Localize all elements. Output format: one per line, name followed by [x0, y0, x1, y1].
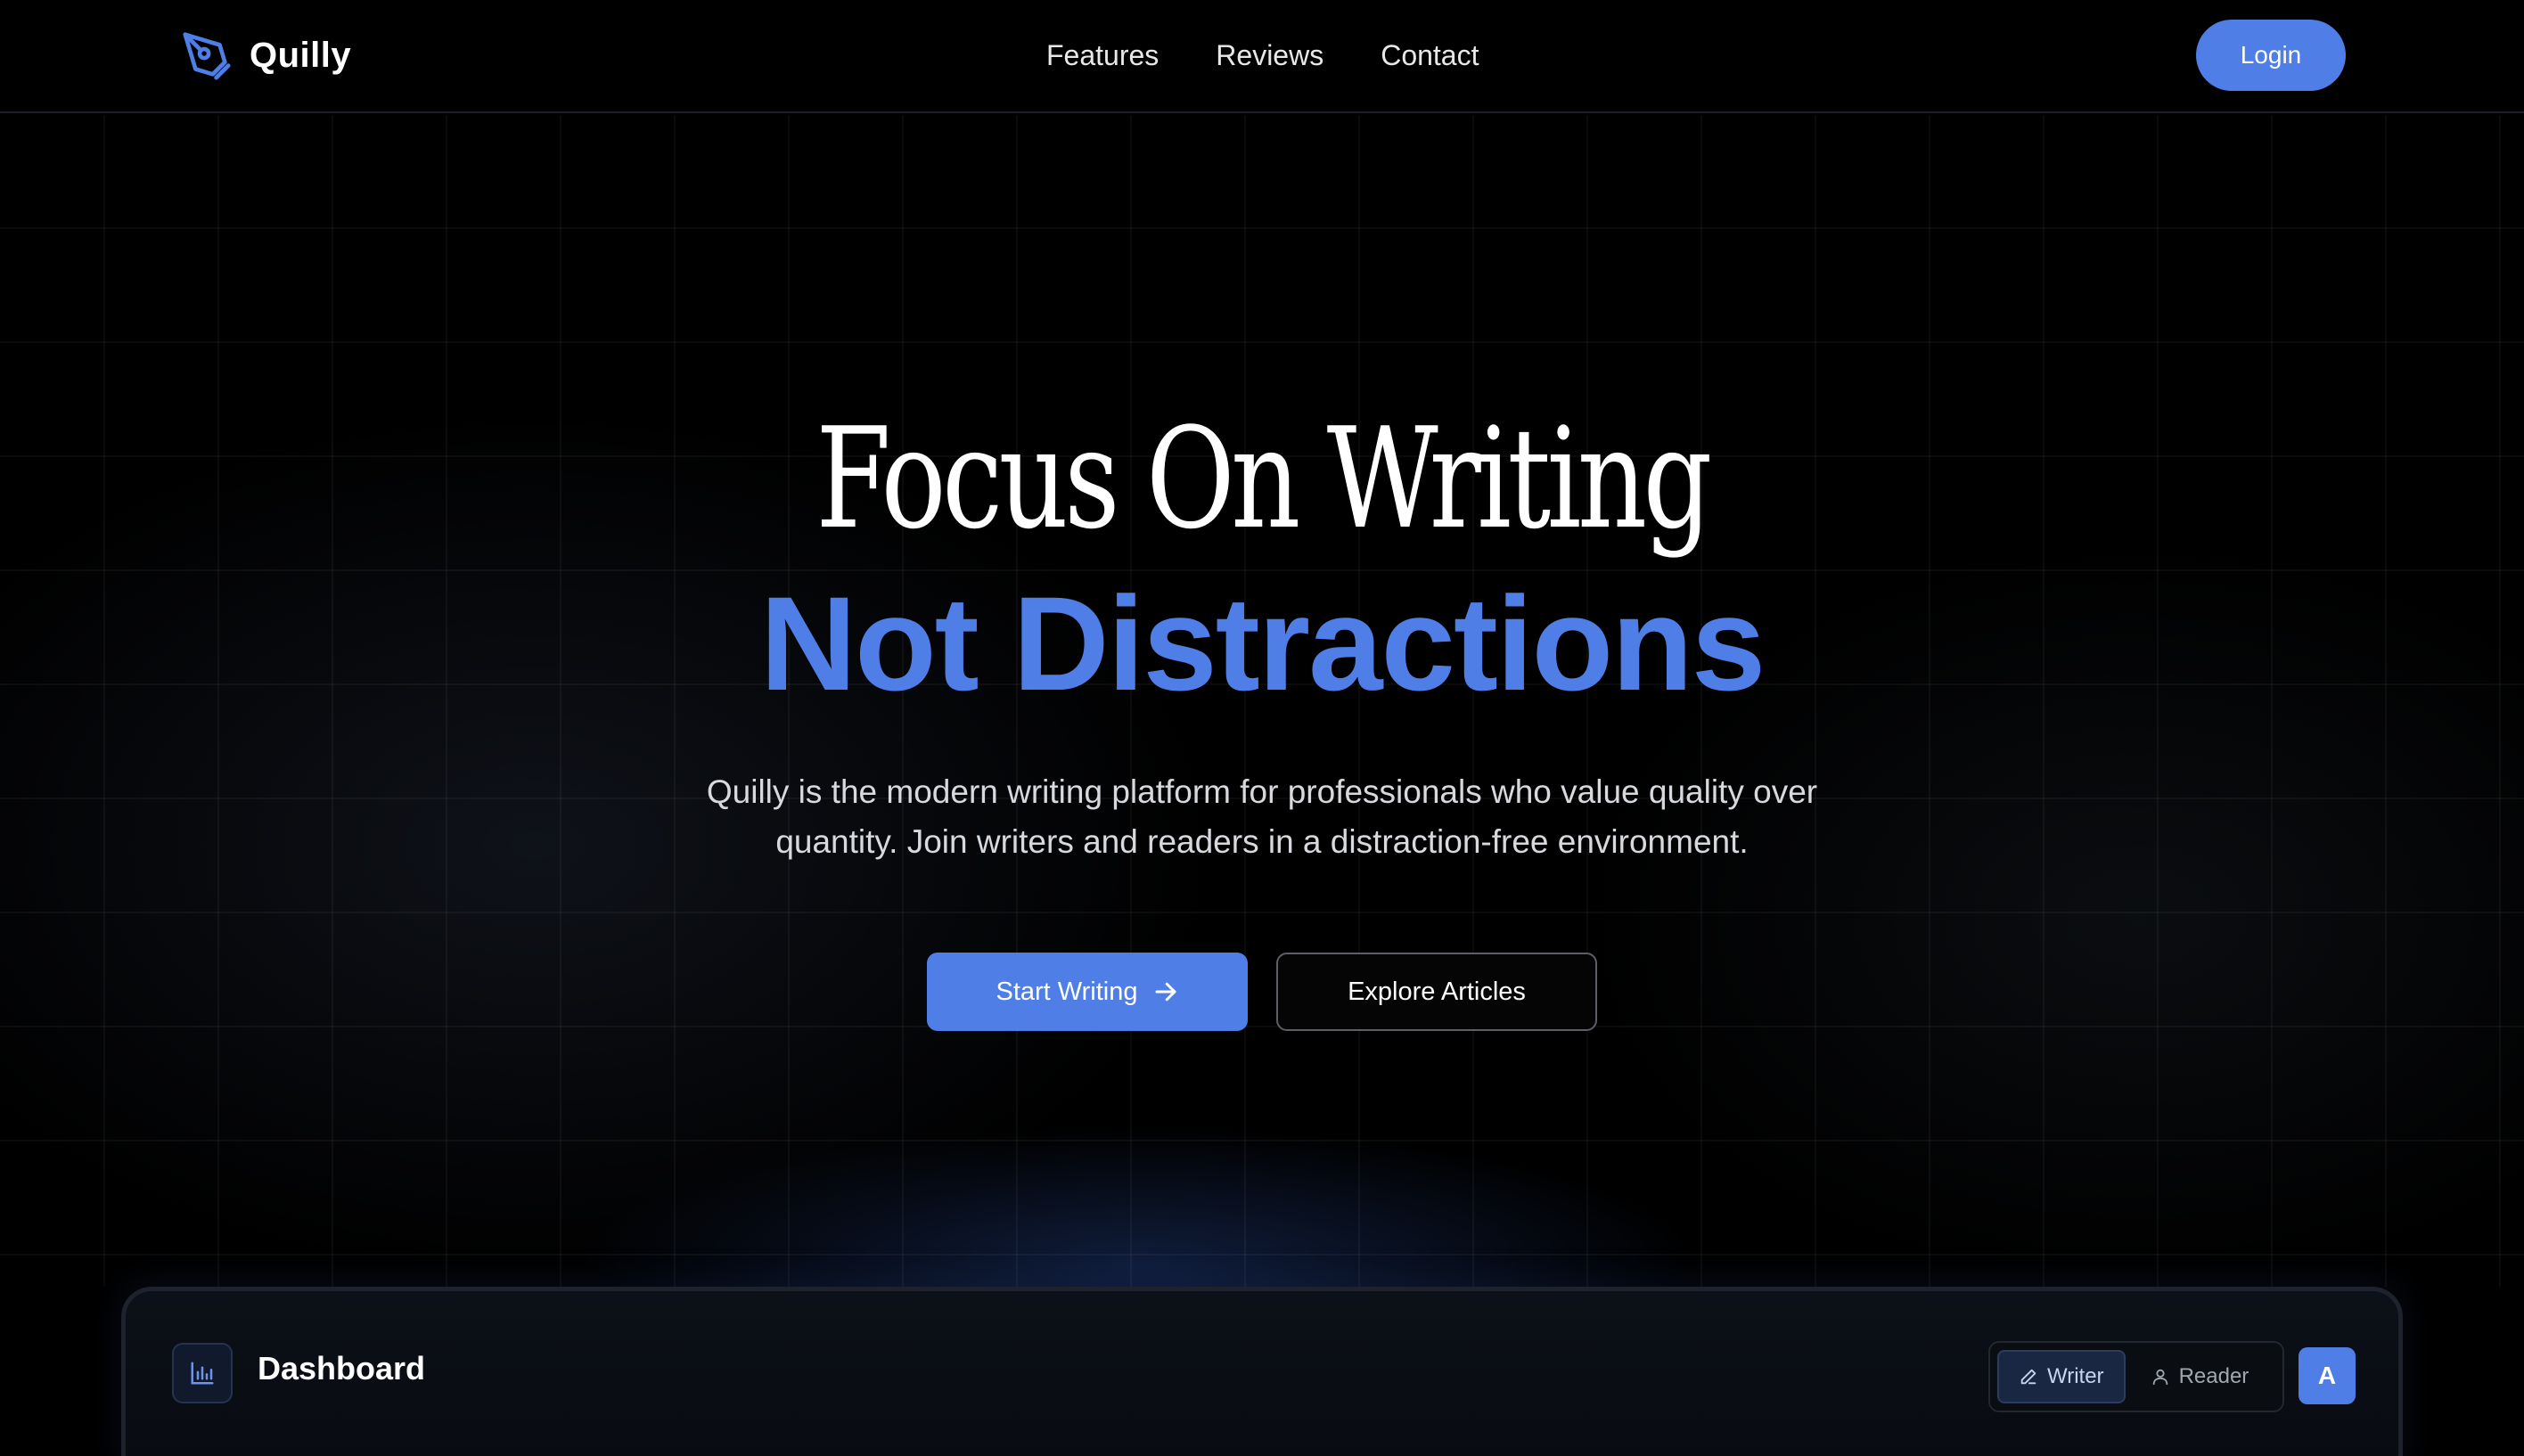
- site-header: Quilly Features Reviews Contact Login: [0, 0, 2524, 113]
- nav-link-reviews[interactable]: Reviews: [1216, 39, 1323, 72]
- reader-mode-label: Reader: [2178, 1364, 2249, 1388]
- hero-subtitle-line-1: Quilly is the modern writing platform fo…: [706, 773, 1818, 810]
- start-writing-label: Start Writing: [996, 977, 1138, 1006]
- writer-mode-button[interactable]: Writer: [1997, 1350, 2126, 1403]
- explore-articles-button[interactable]: Explore Articles: [1276, 953, 1597, 1031]
- pen-nib-icon: [183, 32, 231, 80]
- arrow-right-icon: [1155, 982, 1176, 1002]
- brand-logo[interactable]: Quilly: [178, 27, 351, 84]
- hero-title-line-1: Focus On Writing: [815, 397, 1712, 560]
- hero-title-line-2: Not Distractions: [759, 568, 1766, 718]
- dashboard-preview: Dashboard Writer Reader A: [121, 1287, 2403, 1456]
- main-nav: Features Reviews Contact: [1046, 32, 1479, 78]
- dashboard-title: Dashboard: [258, 1350, 426, 1386]
- hero-section: Focus On Writing Not Distractions Quilly…: [0, 115, 2524, 1287]
- login-button[interactable]: Login: [2196, 20, 2346, 91]
- mode-switch: Writer Reader: [1988, 1341, 2284, 1412]
- user-avatar[interactable]: A: [2299, 1347, 2356, 1404]
- writer-mode-label: Writer: [2047, 1364, 2104, 1388]
- reader-mode-button[interactable]: Reader: [2131, 1350, 2269, 1403]
- nav-link-features[interactable]: Features: [1046, 39, 1159, 72]
- nav-link-contact[interactable]: Contact: [1381, 39, 1479, 72]
- user-icon: [2152, 1369, 2168, 1386]
- pencil-icon: [2020, 1369, 2036, 1385]
- brand-name: Quilly: [250, 35, 352, 75]
- start-writing-button[interactable]: Start Writing: [927, 953, 1248, 1031]
- hero-subtitle-line-2: quantity. Join writers and readers in a …: [775, 823, 1749, 860]
- bar-chart-icon: [172, 1343, 233, 1403]
- hero-subtitle: Quilly is the modern writing platform fo…: [638, 767, 1886, 867]
